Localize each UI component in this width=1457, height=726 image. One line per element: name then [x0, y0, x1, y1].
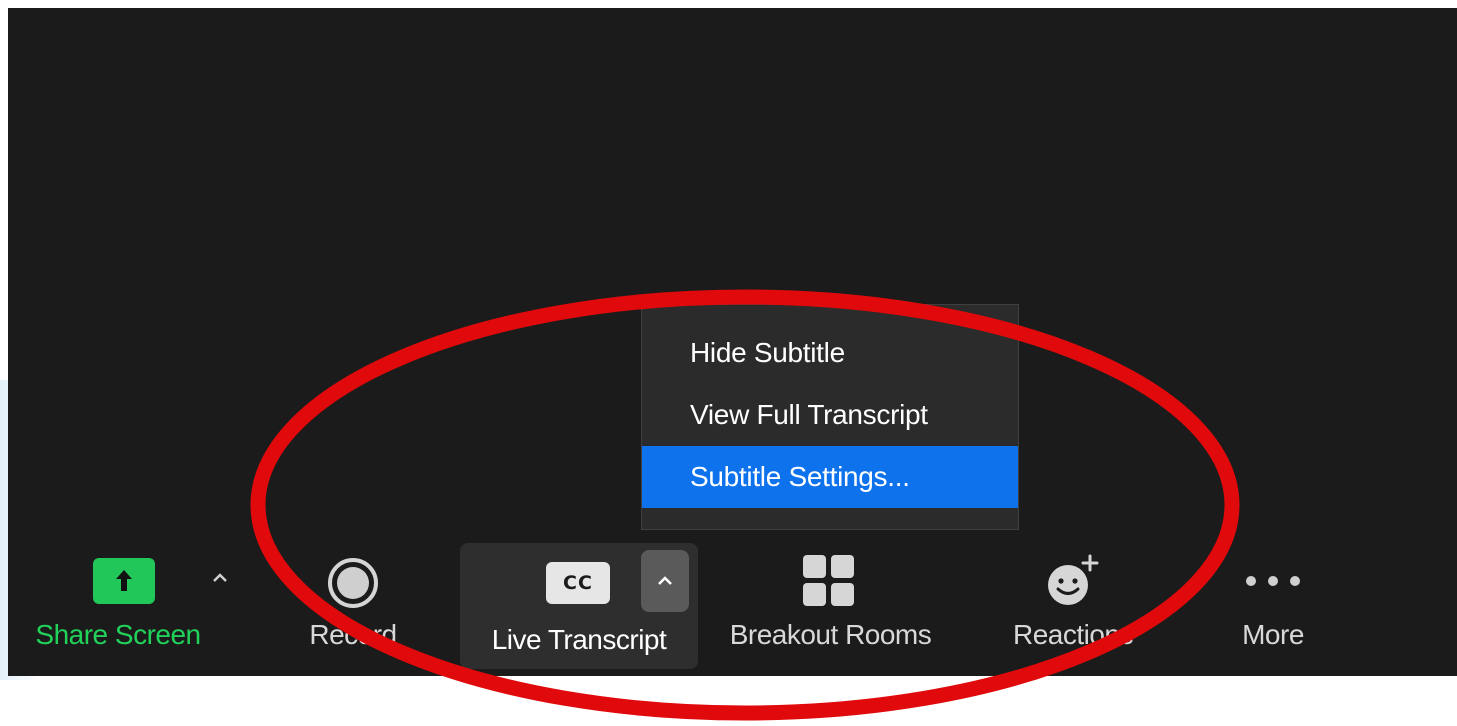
- menu-item-hide-subtitle[interactable]: Hide Subtitle: [642, 322, 1018, 384]
- cc-icon[interactable]: CC: [546, 562, 610, 604]
- share-options-caret-icon[interactable]: [208, 566, 232, 590]
- breakout-rooms-label: Breakout Rooms: [729, 619, 932, 650]
- record-icon[interactable]: [328, 558, 378, 608]
- share-screen-button[interactable]: Share Screen: [18, 538, 218, 676]
- arrow-up-icon: [93, 558, 155, 604]
- more-button[interactable]: More: [1188, 538, 1358, 676]
- menu-item-view-full-transcript[interactable]: View Full Transcript: [642, 384, 1018, 446]
- meeting-window: Share Screen Record Live Transcript CC B…: [8, 8, 1457, 676]
- ellipsis-icon: [1246, 576, 1306, 586]
- page: Share Screen Record Live Transcript CC B…: [0, 0, 1457, 726]
- smiley-plus-icon: [1044, 552, 1106, 610]
- live-transcript-options-caret-icon[interactable]: [641, 550, 689, 612]
- meeting-toolbar: Share Screen Record Live Transcript CC B…: [8, 538, 1457, 676]
- record-label: Record: [309, 619, 397, 650]
- menu-item-subtitle-settings[interactable]: Subtitle Settings...: [642, 446, 1018, 508]
- reactions-label: Reactions: [1012, 619, 1134, 650]
- more-label: More: [1242, 619, 1304, 650]
- live-transcript-menu: Hide Subtitle View Full Transcript Subti…: [641, 304, 1019, 530]
- grid-icon: [803, 555, 855, 607]
- share-screen-label: Share Screen: [35, 619, 201, 650]
- live-transcript-label: Live Transcript: [491, 624, 667, 655]
